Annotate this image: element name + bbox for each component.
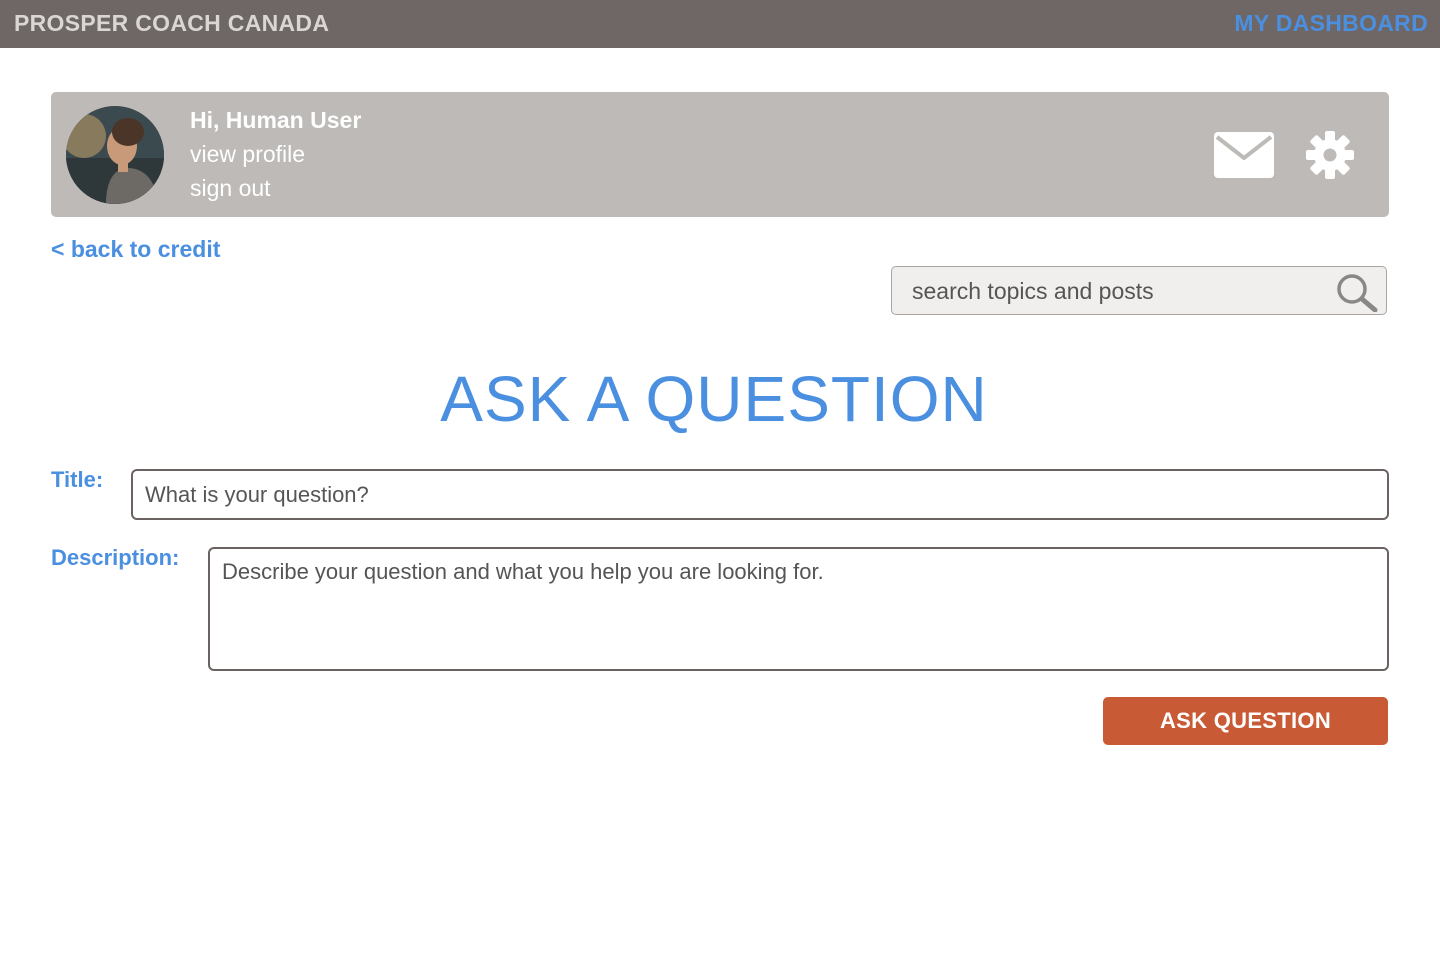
ask-question-button[interactable]: ASK QUESTION — [1103, 697, 1388, 745]
my-dashboard-link[interactable]: MY DASHBOARD — [1234, 10, 1428, 37]
brand-name: PROSPER COACH CANADA — [14, 10, 330, 36]
description-textarea[interactable] — [208, 547, 1389, 671]
top-bar: PROSPER COACH CANADA MY DASHBOARD — [0, 0, 1440, 48]
profile-card: Hi, Human User view profile sign out — [51, 92, 1389, 217]
back-to-credit-link[interactable]: < back to credit — [51, 236, 220, 263]
search-icon[interactable] — [1332, 272, 1380, 313]
avatar — [66, 106, 164, 204]
mail-icon[interactable] — [1214, 132, 1274, 178]
view-profile-link[interactable]: view profile — [190, 141, 305, 168]
title-input[interactable] — [131, 469, 1389, 520]
search-input[interactable] — [910, 267, 1324, 316]
greeting-text: Hi, Human User — [190, 107, 362, 133]
title-label: Title: — [51, 467, 104, 492]
gear-icon[interactable] — [1305, 130, 1355, 180]
search-bar — [891, 266, 1387, 316]
page-title: ASK A QUESTION — [440, 363, 988, 435]
sign-out-link[interactable]: sign out — [190, 175, 271, 202]
description-label: Description: — [51, 545, 180, 570]
